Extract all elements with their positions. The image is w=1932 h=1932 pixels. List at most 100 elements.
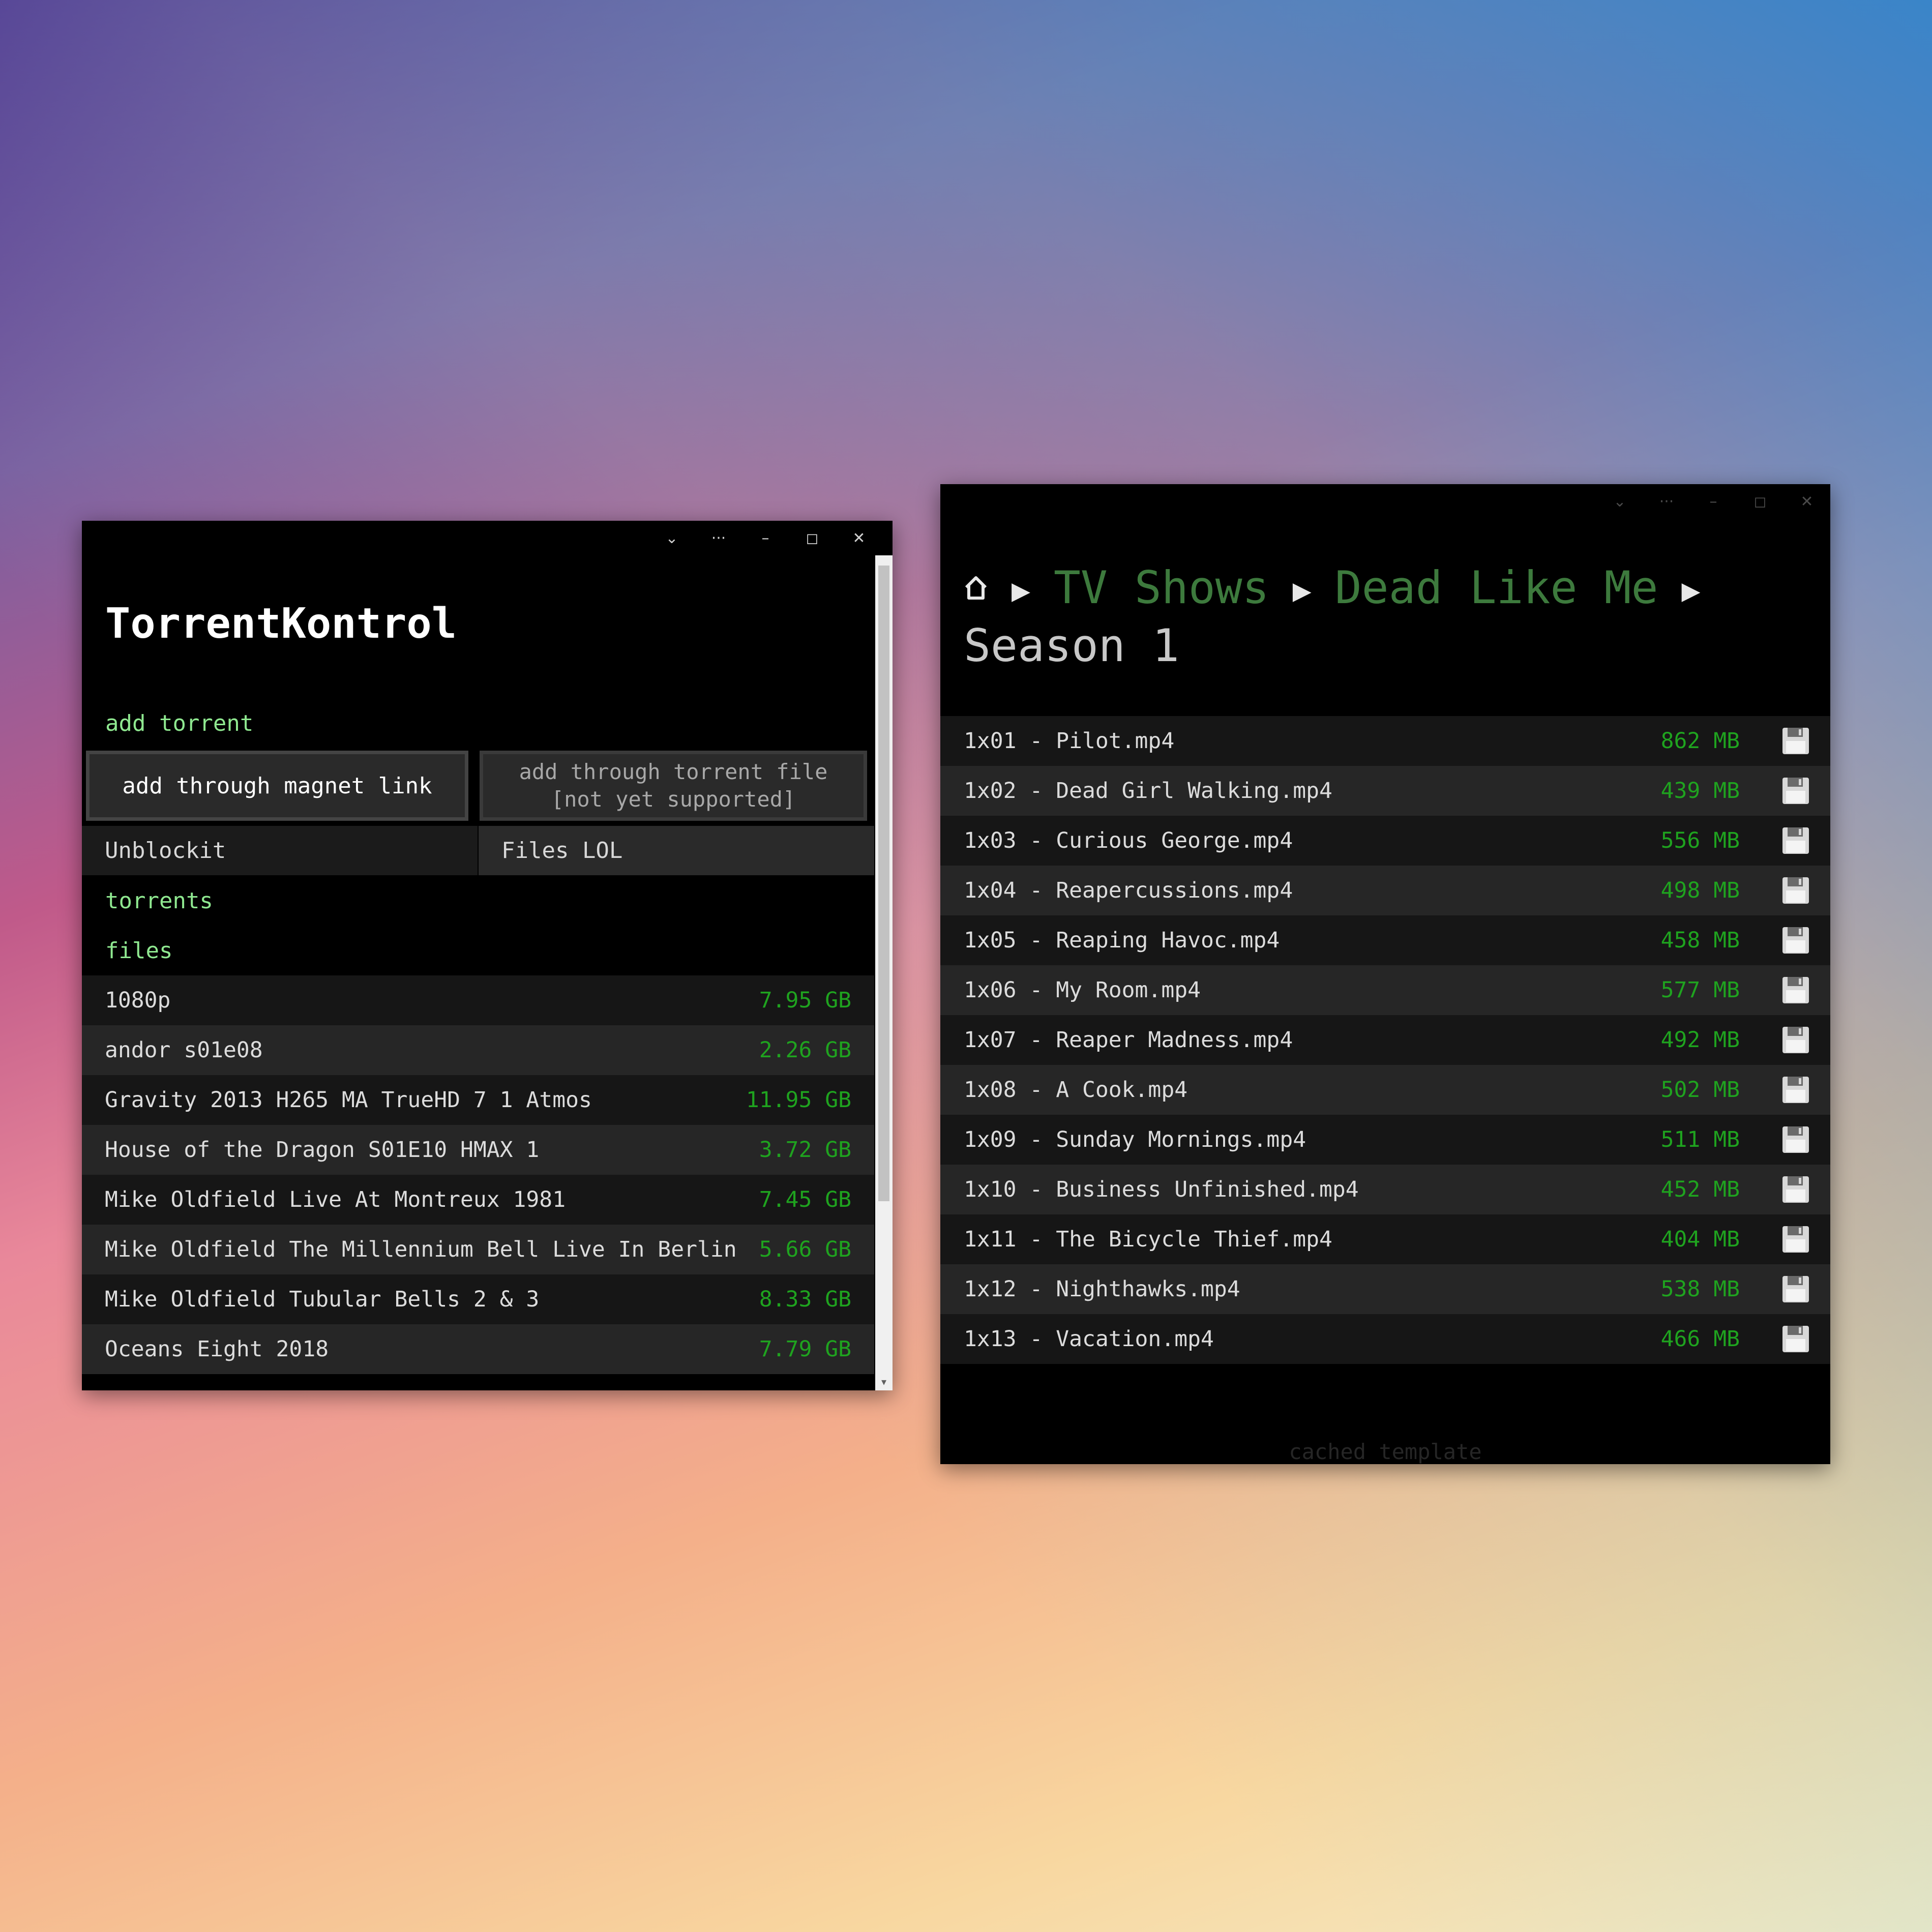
- save-icon[interactable]: [1781, 1026, 1810, 1054]
- file-name: House of the Dragon S01E10 HMAX 1: [105, 1137, 540, 1163]
- list-item[interactable]: House of the Dragon S01E10 HMAX 1 3.72 GB: [82, 1125, 874, 1175]
- file-size: 3.72 GB: [759, 1137, 851, 1163]
- file-size: 5.66 GB: [759, 1237, 851, 1262]
- file-browser-window: ⌄ ··· – ◻ ✕ ▶ TV Shows ▶ Dead Like Me ▶ Seaso…: [940, 484, 1830, 1464]
- file-size: 7.95 GB: [759, 988, 851, 1013]
- file-name: Mike Oldfield Live At Montreux 1981: [105, 1187, 566, 1212]
- list-item[interactable]: 1x10 - Business Unfinished.mp4 452 MB: [940, 1165, 1830, 1214]
- list-item[interactable]: Mike Oldfield Tubular Bells 2 & 3 8.33 GB: [82, 1274, 874, 1324]
- save-icon[interactable]: [1781, 826, 1810, 855]
- add-magnet-link-button[interactable]: add through magnet link: [86, 751, 468, 821]
- episode-name: 1x07 - Reaper Madness.mp4: [964, 1027, 1293, 1053]
- save-icon[interactable]: [1781, 1275, 1810, 1303]
- scrollbar[interactable]: ▾: [875, 555, 893, 1390]
- scrollbar-thumb[interactable]: [878, 566, 889, 1201]
- list-item[interactable]: Mike Oldfield Live At Montreux 1981 7.45 …: [82, 1175, 874, 1225]
- file-size: 2.26 GB: [759, 1037, 851, 1063]
- more-icon[interactable]: ···: [1643, 484, 1690, 519]
- footer-note: cached template: [1289, 1439, 1482, 1464]
- chevron-down-icon[interactable]: ⌄: [648, 521, 695, 555]
- save-icon[interactable]: [1781, 727, 1810, 755]
- episode-size: 862 MB: [1660, 728, 1740, 754]
- list-item[interactable]: Mike Oldfield The Millennium Bell Live I…: [82, 1225, 874, 1274]
- episode-size: 439 MB: [1660, 778, 1740, 804]
- list-item[interactable]: Gravity 2013 H265 MA TrueHD 7 1 Atmos 11.…: [82, 1075, 874, 1125]
- torrentkontrol-window: ⌄ ··· – ◻ ✕ TorrentKontrol add torrent a…: [82, 521, 893, 1390]
- more-icon[interactable]: ···: [695, 521, 742, 555]
- list-item[interactable]: 1x02 - Dead Girl Walking.mp4 439 MB: [940, 766, 1830, 816]
- save-icon[interactable]: [1781, 777, 1810, 805]
- file-name: Oceans Eight 2018: [105, 1336, 329, 1362]
- list-item[interactable]: 1x06 - My Room.mp4 577 MB: [940, 965, 1830, 1015]
- home-icon[interactable]: [964, 575, 988, 601]
- file-name: 1080p: [105, 988, 171, 1013]
- breadcrumb-dead-like-me[interactable]: Dead Like Me: [1335, 561, 1658, 614]
- episode-size: 466 MB: [1660, 1326, 1740, 1352]
- add-torrent-label: add torrent: [105, 710, 254, 736]
- list-item[interactable]: 1x05 - Reaping Havoc.mp4 458 MB: [940, 915, 1830, 965]
- breadcrumb-separator: ▶: [1012, 577, 1030, 606]
- save-icon[interactable]: [1781, 1325, 1810, 1353]
- maximize-icon[interactable]: ◻: [789, 521, 836, 555]
- list-item[interactable]: 1x11 - The Bicycle Thief.mp4 404 MB: [940, 1214, 1830, 1264]
- episode-size: 556 MB: [1660, 828, 1740, 853]
- file-size: 7.79 GB: [759, 1336, 851, 1362]
- scroll-down-icon[interactable]: ▾: [875, 1375, 893, 1388]
- breadcrumb-tv-shows[interactable]: TV Shows: [1054, 561, 1269, 614]
- list-item[interactable]: 1x04 - Reapercussions.mp4 498 MB: [940, 866, 1830, 915]
- breadcrumb-current: Season 1: [964, 619, 1179, 672]
- add-torrent-file-button[interactable]: add through torrent file [not yet suppor…: [480, 751, 867, 821]
- episode-size: 404 MB: [1660, 1227, 1740, 1252]
- episode-size: 538 MB: [1660, 1276, 1740, 1302]
- episode-name: 1x01 - Pilot.mp4: [964, 728, 1175, 754]
- tab-unblockit[interactable]: Unblockit: [82, 826, 478, 875]
- episode-name: 1x02 - Dead Girl Walking.mp4: [964, 778, 1332, 804]
- episode-name: 1x03 - Curious George.mp4: [964, 828, 1293, 853]
- save-icon[interactable]: [1781, 876, 1810, 905]
- close-icon[interactable]: ✕: [1784, 484, 1830, 519]
- save-icon[interactable]: [1781, 976, 1810, 1004]
- list-item[interactable]: 1x01 - Pilot.mp4 862 MB: [940, 716, 1830, 766]
- minimize-icon[interactable]: –: [1690, 484, 1737, 519]
- list-item[interactable]: 1x07 - Reaper Madness.mp4 492 MB: [940, 1015, 1830, 1065]
- file-name: andor s01e08: [105, 1037, 263, 1063]
- save-icon[interactable]: [1781, 926, 1810, 955]
- episode-name: 1x11 - The Bicycle Thief.mp4: [964, 1227, 1332, 1252]
- episode-size: 511 MB: [1660, 1127, 1740, 1152]
- episode-name: 1x06 - My Room.mp4: [964, 977, 1201, 1003]
- episode-size: 577 MB: [1660, 977, 1740, 1003]
- save-icon[interactable]: [1781, 1175, 1810, 1204]
- list-item[interactable]: 1x09 - Sunday Mornings.mp4 511 MB: [940, 1115, 1830, 1165]
- file-name: Mike Oldfield The Millennium Bell Live I…: [105, 1237, 737, 1262]
- app-title: TorrentKontrol: [105, 600, 457, 648]
- file-size: 8.33 GB: [759, 1287, 851, 1312]
- list-item[interactable]: 1080p 7.95 GB: [82, 975, 874, 1025]
- episode-size: 452 MB: [1660, 1177, 1740, 1202]
- save-icon[interactable]: [1781, 1225, 1810, 1254]
- list-item[interactable]: Oceans Eight 2018 7.79 GB: [82, 1324, 874, 1374]
- list-item[interactable]: 1x08 - A Cook.mp4 502 MB: [940, 1065, 1830, 1115]
- chevron-down-icon[interactable]: ⌄: [1596, 484, 1643, 519]
- maximize-icon[interactable]: ◻: [1737, 484, 1784, 519]
- close-icon[interactable]: ✕: [836, 521, 882, 555]
- tab-files-lol[interactable]: Files LOL: [479, 826, 874, 875]
- list-item[interactable]: 1x13 - Vacation.mp4 466 MB: [940, 1314, 1830, 1364]
- list-item[interactable]: 1x03 - Curious George.mp4 556 MB: [940, 816, 1830, 866]
- list-item[interactable]: 1x12 - Nighthawks.mp4 538 MB: [940, 1264, 1830, 1314]
- save-icon[interactable]: [1781, 1125, 1810, 1154]
- episode-name: 1x04 - Reapercussions.mp4: [964, 878, 1293, 903]
- breadcrumb-separator: ▶: [1681, 577, 1701, 606]
- breadcrumb: ▶ TV Shows ▶ Dead Like Me ▶ Season 1: [964, 560, 1803, 673]
- files-label[interactable]: files: [105, 938, 172, 964]
- episode-name: 1x08 - A Cook.mp4: [964, 1077, 1188, 1103]
- titlebar: ⌄ ··· – ◻ ✕: [1596, 484, 1830, 519]
- torrents-label[interactable]: torrents: [105, 888, 213, 914]
- list-item[interactable]: andor s01e08 2.26 GB: [82, 1025, 874, 1075]
- save-icon[interactable]: [1781, 1076, 1810, 1104]
- episode-name: 1x13 - Vacation.mp4: [964, 1326, 1214, 1352]
- minimize-icon[interactable]: –: [742, 521, 789, 555]
- episode-name: 1x05 - Reaping Havoc.mp4: [964, 928, 1280, 953]
- episode-size: 492 MB: [1660, 1027, 1740, 1053]
- file-size: 11.95 GB: [746, 1087, 851, 1113]
- episode-size: 498 MB: [1660, 878, 1740, 903]
